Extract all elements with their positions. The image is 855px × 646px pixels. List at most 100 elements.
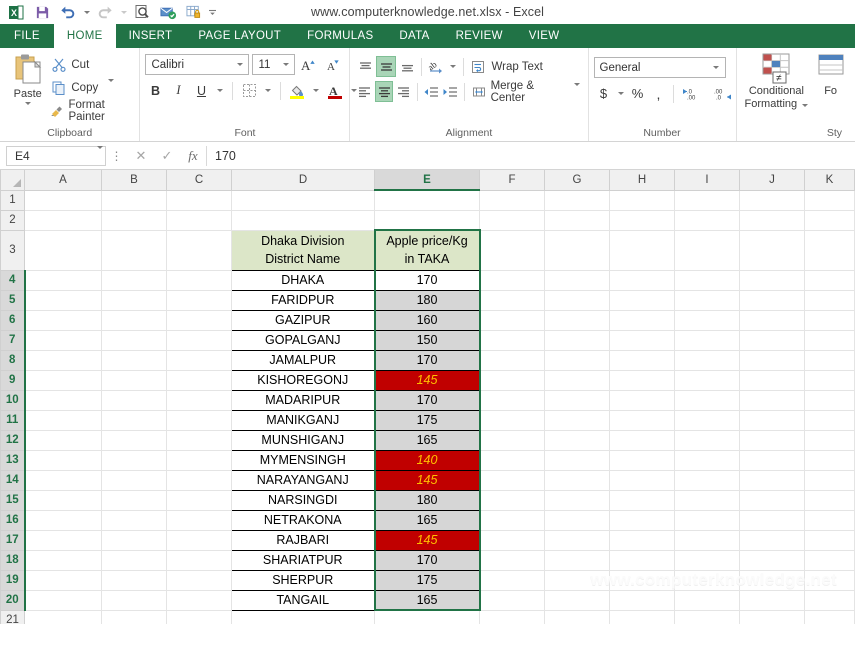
cell-I3[interactable] — [674, 229, 740, 271]
cell-B5[interactable] — [101, 289, 167, 311]
cell-C11[interactable] — [166, 409, 232, 431]
cell-A8[interactable] — [24, 349, 102, 371]
cell-G3[interactable] — [544, 229, 610, 271]
cell-B19[interactable] — [101, 569, 167, 591]
cell-F11[interactable] — [479, 409, 545, 431]
percent-button[interactable]: % — [628, 83, 648, 104]
copy-button[interactable]: Copy — [50, 77, 134, 98]
cell-B10[interactable] — [101, 389, 167, 411]
cell-B17[interactable] — [101, 529, 167, 551]
row-header-7[interactable]: 7 — [0, 329, 26, 351]
column-header-b[interactable]: B — [101, 170, 167, 191]
cell-district-4[interactable]: DHAKA — [231, 269, 375, 291]
cell-C12[interactable] — [166, 429, 232, 451]
table-header-price[interactable]: Apple price/Kg in TAKA — [373, 229, 481, 271]
cell-F2[interactable] — [479, 209, 545, 231]
cell-D1[interactable] — [231, 189, 375, 211]
row-header-5[interactable]: 5 — [0, 289, 26, 311]
select-all-corner[interactable] — [0, 170, 25, 191]
column-header-j[interactable]: J — [739, 170, 805, 191]
row-header-16[interactable]: 16 — [0, 509, 26, 531]
cell-B14[interactable] — [101, 469, 167, 491]
cell-J3[interactable] — [739, 229, 805, 271]
cell-C8[interactable] — [166, 349, 232, 371]
cell-F16[interactable] — [479, 509, 545, 531]
column-header-e[interactable]: E — [374, 170, 480, 191]
tab-data[interactable]: DATA — [386, 24, 443, 48]
cell-J21[interactable] — [739, 609, 805, 624]
cell-C2[interactable] — [166, 209, 232, 231]
cell-G1[interactable] — [544, 189, 610, 211]
cell-G4[interactable] — [544, 269, 610, 291]
cell-H20[interactable] — [609, 589, 675, 611]
comma-style-button[interactable]: , — [649, 83, 669, 104]
cell-F13[interactable] — [479, 449, 545, 471]
cell-I10[interactable] — [674, 389, 740, 411]
row-header-6[interactable]: 6 — [0, 309, 26, 331]
align-middle-button[interactable] — [376, 56, 397, 77]
cell-district-10[interactable]: MADARIPUR — [231, 389, 375, 411]
row-header-11[interactable]: 11 — [0, 409, 26, 431]
cell-C7[interactable] — [166, 329, 232, 351]
cell-H13[interactable] — [609, 449, 675, 471]
formula-input[interactable]: 170 — [206, 145, 853, 166]
cell-A2[interactable] — [24, 209, 102, 231]
cell-J6[interactable] — [739, 309, 805, 331]
cell-district-16[interactable]: NETRAKONA — [231, 509, 375, 531]
column-header-g[interactable]: G — [544, 170, 610, 191]
row-header-2[interactable]: 2 — [0, 209, 25, 231]
cell-A4[interactable] — [24, 269, 102, 291]
cell-J9[interactable] — [739, 369, 805, 391]
cancel-entry-icon[interactable]: ✕ — [128, 146, 154, 166]
column-header-d[interactable]: D — [231, 170, 375, 191]
cell-D21[interactable] — [231, 609, 375, 624]
cell-district-14[interactable]: NARAYANGANJ — [231, 469, 375, 491]
cell-I19[interactable] — [674, 569, 740, 591]
cell-K16[interactable] — [804, 509, 855, 531]
fill-color-dropdown-icon[interactable] — [310, 80, 322, 101]
cell-J20[interactable] — [739, 589, 805, 611]
cell-price-8[interactable]: 170 — [373, 349, 481, 371]
cell-price-6[interactable]: 160 — [373, 309, 481, 331]
cell-G14[interactable] — [544, 469, 610, 491]
tab-insert[interactable]: INSERT — [115, 24, 186, 48]
cell-J15[interactable] — [739, 489, 805, 511]
row-header-4[interactable]: 4 — [0, 269, 26, 291]
cell-C6[interactable] — [166, 309, 232, 331]
cell-B6[interactable] — [101, 309, 167, 331]
fill-color-button[interactable] — [287, 80, 307, 101]
cell-K13[interactable] — [804, 449, 855, 471]
cell-F17[interactable] — [479, 529, 545, 551]
row-header-14[interactable]: 14 — [0, 469, 26, 491]
wrap-text-button[interactable]: Wrap Text — [468, 56, 545, 77]
cell-F20[interactable] — [479, 589, 545, 611]
cell-G21[interactable] — [544, 609, 610, 624]
cell-district-13[interactable]: MYMENSINGH — [231, 449, 375, 471]
cell-B7[interactable] — [101, 329, 167, 351]
cell-A3[interactable] — [24, 229, 102, 271]
cell-A9[interactable] — [24, 369, 102, 391]
cell-K2[interactable] — [804, 209, 855, 231]
underline-button[interactable]: U — [191, 80, 211, 101]
row-header-21[interactable]: 21 — [0, 609, 25, 624]
cell-price-11[interactable]: 175 — [373, 409, 481, 431]
cell-G17[interactable] — [544, 529, 610, 551]
cell-I14[interactable] — [674, 469, 740, 491]
name-box[interactable]: E4 — [6, 145, 106, 166]
cell-price-13[interactable]: 140 — [373, 449, 481, 471]
cell-A6[interactable] — [24, 309, 102, 331]
number-format-dropdown-icon[interactable] — [710, 66, 723, 69]
cell-price-14[interactable]: 145 — [373, 469, 481, 491]
align-top-button[interactable] — [355, 56, 375, 77]
tab-file[interactable]: FILE — [0, 24, 54, 48]
row-header-1[interactable]: 1 — [0, 189, 25, 211]
cell-I9[interactable] — [674, 369, 740, 391]
cell-J17[interactable] — [739, 529, 805, 551]
cell-price-15[interactable]: 180 — [373, 489, 481, 511]
cell-K5[interactable] — [804, 289, 855, 311]
cell-K8[interactable] — [804, 349, 855, 371]
cell-C1[interactable] — [166, 189, 232, 211]
cell-I20[interactable] — [674, 589, 740, 611]
row-header-15[interactable]: 15 — [0, 489, 26, 511]
row-header-3[interactable]: 3 — [0, 229, 25, 271]
